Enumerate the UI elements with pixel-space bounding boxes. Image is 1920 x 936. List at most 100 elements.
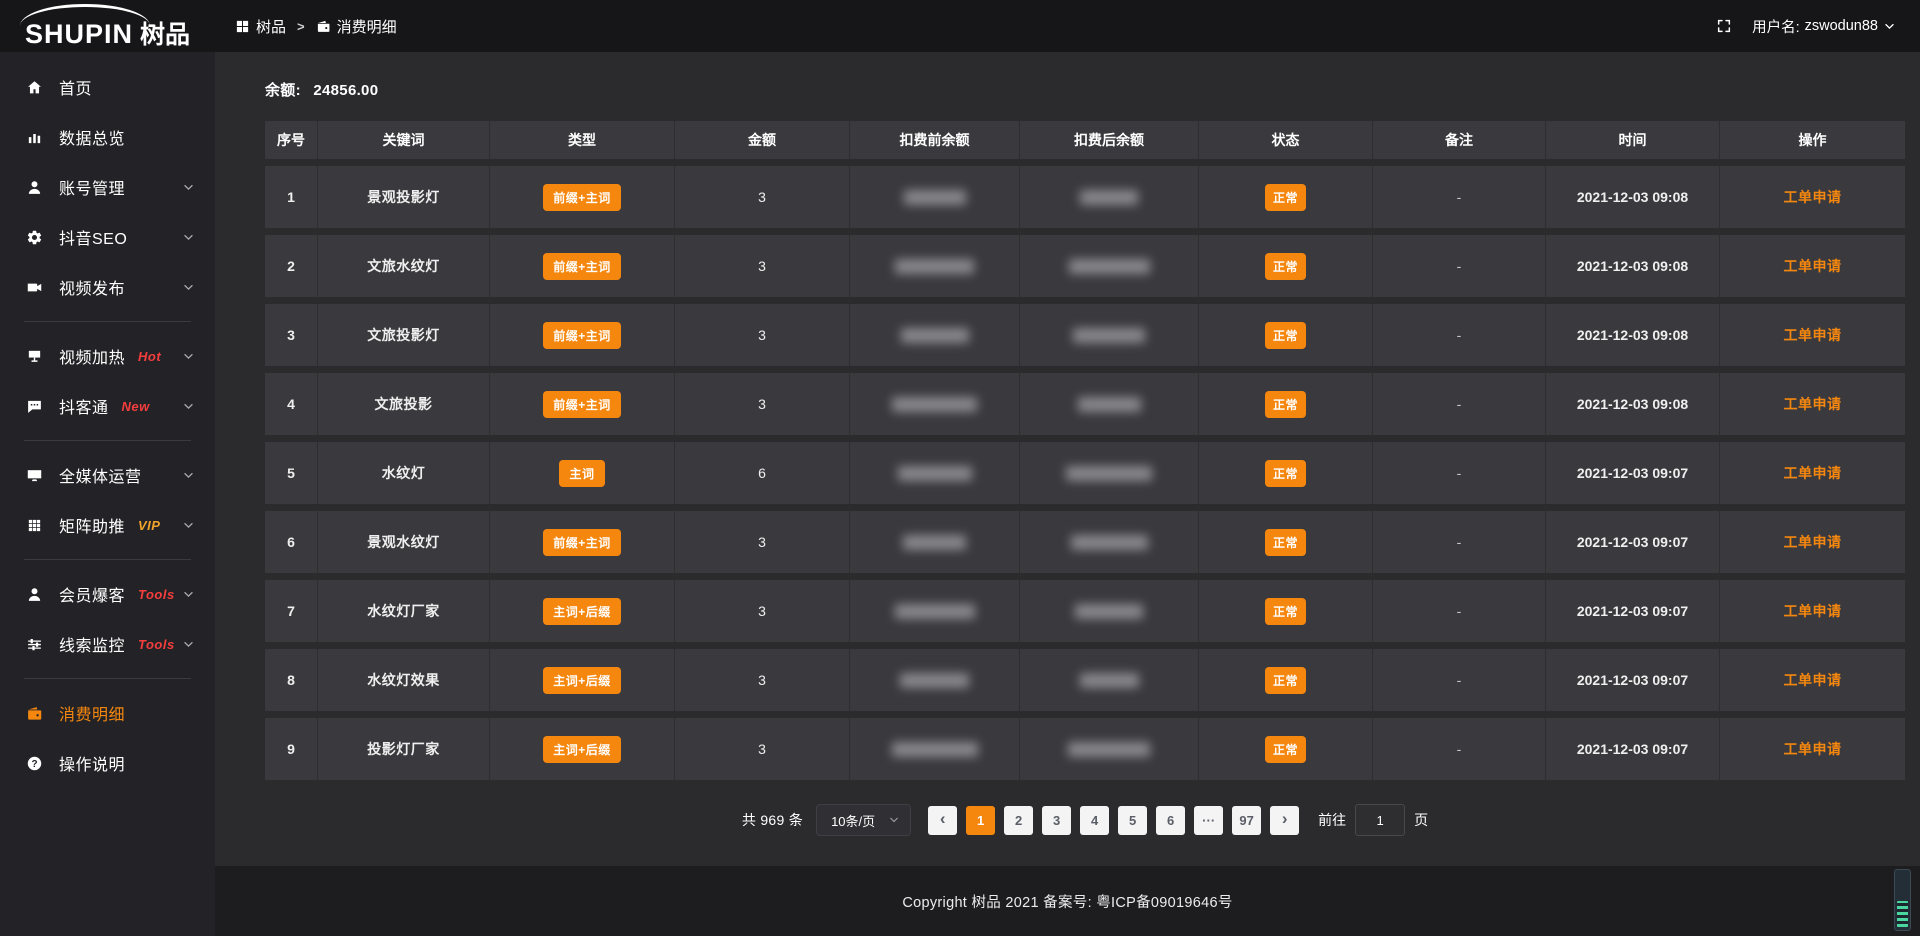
cell-action: 工单申请 (1720, 511, 1905, 573)
sidebar-item-video-publish[interactable]: 视频发布 (0, 262, 215, 312)
sidebar-item-douketong[interactable]: 抖客通New (0, 381, 215, 431)
work-order-apply-link[interactable]: 工单申请 (1784, 601, 1842, 621)
blurred-balance (898, 466, 972, 481)
username-label: 用户名: (1752, 16, 1800, 37)
type-badge: 主词 (559, 460, 604, 487)
cell-type: 主词+后缀 (490, 580, 675, 642)
pagination-page-3[interactable]: 3 (1042, 806, 1071, 835)
blurred-balance (1080, 673, 1139, 688)
app-grid-icon (235, 19, 250, 34)
breadcrumb-item-root[interactable]: 树品 (235, 16, 286, 37)
breadcrumb-current-label: 消费明细 (337, 16, 397, 37)
cell-type: 前缀+主词 (490, 511, 675, 573)
type-badge: 主词+后缀 (543, 598, 621, 625)
sidebar-item-member-baoke[interactable]: 会员爆客 Tools (0, 569, 215, 619)
work-order-apply-link[interactable]: 工单申请 (1784, 187, 1842, 207)
blurred-balance (904, 190, 966, 205)
type-badge: 前缀+主词 (543, 184, 621, 211)
sidebar-item-data-overview[interactable]: 数据总览 (0, 112, 215, 162)
page-size-select[interactable]: 10条/页 (816, 804, 911, 836)
type-badge: 前缀+主词 (543, 322, 621, 349)
pagination-page-4[interactable]: 4 (1080, 806, 1109, 835)
work-order-apply-link[interactable]: 工单申请 (1784, 256, 1842, 276)
fullscreen-icon[interactable] (1716, 18, 1732, 34)
type-badge: 前缀+主词 (543, 391, 621, 418)
cell-pre-balance-masked (850, 442, 1020, 504)
sidebar-item-badge: VIP (138, 518, 160, 533)
sidebar-item-label: 操作说明 (59, 751, 125, 775)
svg-text:?: ? (31, 758, 37, 769)
pagination-next-button[interactable]: › (1270, 806, 1299, 835)
sliders-icon (24, 636, 44, 653)
work-order-apply-link[interactable]: 工单申请 (1784, 463, 1842, 483)
sidebar-item-douyin-seo[interactable]: 抖音SEO (0, 212, 215, 262)
sidebar-item-label: 抖客通 (59, 394, 109, 418)
bar-chart-icon (24, 129, 44, 146)
table-header-row: 序号关键词类型金额扣费前余额扣费后余额状态备注时间操作 (265, 121, 1905, 159)
sidebar: 首页数据总览账号管理抖音SEO视频发布视频加热Hot抖客通New 全媒体运营矩阵助… (0, 52, 215, 936)
pagination-page-97[interactable]: 97 (1232, 806, 1261, 835)
column-header-3: 类型 (490, 121, 675, 159)
type-badge: 前缀+主词 (543, 253, 621, 280)
goto-page-input[interactable] (1355, 804, 1405, 836)
work-order-apply-link[interactable]: 工单申请 (1784, 532, 1842, 552)
work-order-apply-link[interactable]: 工单申请 (1784, 394, 1842, 414)
blurred-balance (1069, 259, 1150, 274)
sidebar-item-badge: Tools (138, 587, 175, 602)
cell-action: 工单申请 (1720, 166, 1905, 228)
sidebar-item-label: 线索监控 (59, 632, 125, 656)
cell-post-balance-masked (1020, 373, 1199, 435)
scrollbar-widget (1894, 869, 1911, 931)
chat-icon (24, 398, 44, 415)
user-menu[interactable]: 用户名: zswodun88 (1752, 16, 1896, 37)
work-order-apply-link[interactable]: 工单申请 (1784, 739, 1842, 759)
column-header-6: 扣费后余额 (1020, 121, 1199, 159)
sidebar-item-home[interactable]: 首页 (0, 62, 215, 112)
table-body: 1景观投影灯前缀+主词3正常-2021-12-03 09:08工单申请2文旅水纹… (265, 166, 1905, 780)
sidebar-item-label: 全媒体运营 (59, 463, 142, 487)
cell-amount: 3 (675, 304, 850, 366)
cell-keyword: 水纹灯 (318, 442, 490, 504)
pagination-page-1[interactable]: 1 (966, 806, 995, 835)
column-header-7: 状态 (1199, 121, 1373, 159)
cell-post-balance-masked (1020, 511, 1199, 573)
work-order-apply-link[interactable]: 工单申请 (1784, 325, 1842, 345)
gear-icon (24, 229, 44, 246)
chevron-down-icon (1883, 20, 1896, 33)
wallet-icon (24, 705, 44, 722)
cell-index: 8 (265, 649, 318, 711)
pagination-page-2[interactable]: 2 (1004, 806, 1033, 835)
sidebar-item-matrix-boost[interactable]: 矩阵助推VIP (0, 500, 215, 550)
pagination-ellipsis-button[interactable]: ··· (1194, 806, 1223, 835)
cell-amount: 3 (675, 580, 850, 642)
table-row: 1景观投影灯前缀+主词3正常-2021-12-03 09:08工单申请 (265, 166, 1905, 228)
sidebar-item-label: 消费明细 (59, 701, 125, 725)
cell-type: 前缀+主词 (490, 373, 675, 435)
cell-post-balance-masked (1020, 649, 1199, 711)
table-row: 6景观水纹灯前缀+主词3正常-2021-12-03 09:07工单申请 (265, 511, 1905, 573)
sidebar-item-consumption-detail[interactable]: 消费明细 (0, 688, 215, 738)
sidebar-item-clue-monitor[interactable]: 线索监控Tools (0, 619, 215, 669)
sidebar-divider (24, 559, 191, 560)
status-badge: 正常 (1265, 667, 1306, 694)
app-logo[interactable]: SHUPIN 树品 (0, 0, 215, 52)
pagination-page-5[interactable]: 5 (1118, 806, 1147, 835)
type-badge: 主词+后缀 (543, 667, 621, 694)
sidebar-item-operation-guide[interactable]: ? 操作说明 (0, 738, 215, 788)
sidebar-item-video-heating[interactable]: 视频加热Hot (0, 331, 215, 381)
cell-time: 2021-12-03 09:08 (1546, 166, 1720, 228)
cell-amount: 6 (675, 442, 850, 504)
work-order-apply-link[interactable]: 工单申请 (1784, 670, 1842, 690)
column-header-2: 关键词 (318, 121, 490, 159)
cell-index: 7 (265, 580, 318, 642)
cell-post-balance-masked (1020, 718, 1199, 780)
pagination-page-6[interactable]: 6 (1156, 806, 1185, 835)
pagination-prev-button[interactable]: ‹ (928, 806, 957, 835)
sidebar-item-account-management[interactable]: 账号管理 (0, 162, 215, 212)
sidebar-item-media-operation[interactable]: 全媒体运营 (0, 450, 215, 500)
breadcrumb-root-label: 树品 (256, 16, 286, 37)
cell-remark: - (1373, 649, 1546, 711)
sidebar-item-label: 会员爆客 (59, 582, 125, 606)
chevron-down-icon (182, 181, 195, 194)
cell-time: 2021-12-03 09:08 (1546, 235, 1720, 297)
